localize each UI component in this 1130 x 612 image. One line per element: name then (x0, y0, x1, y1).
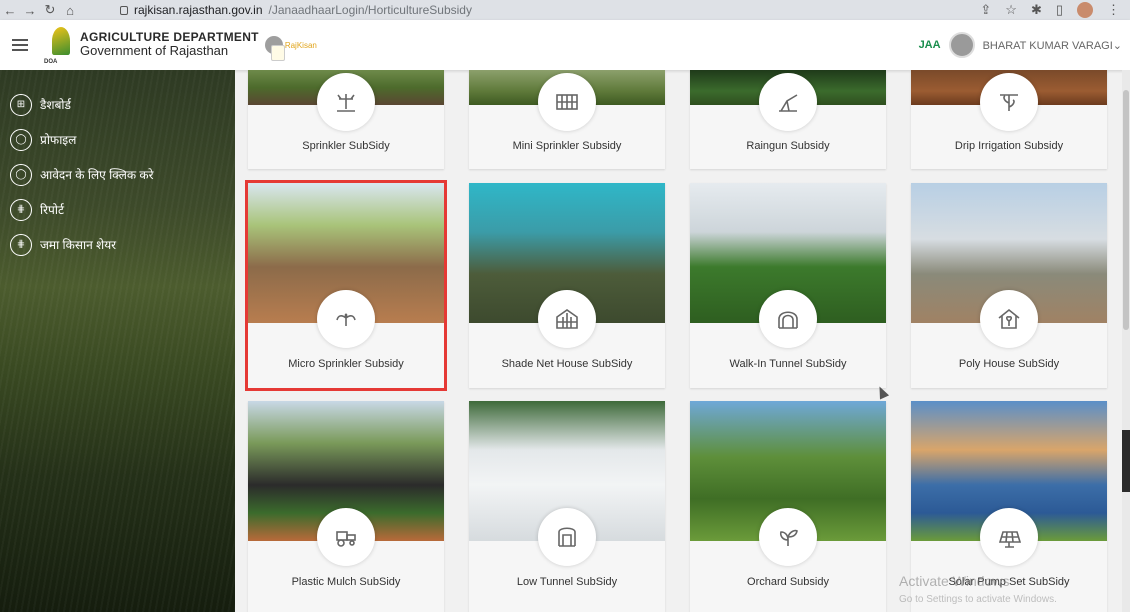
rajkisan-label: RajKisan (284, 40, 317, 50)
address-bar[interactable]: rajkisan.rajasthan.gov.in/JanaadhaarLogi… (120, 3, 472, 17)
subsidy-card-mini-sprinkler[interactable]: Mini Sprinkler Subsidy (469, 70, 665, 169)
card-label: Micro Sprinkler Subsidy (288, 358, 404, 370)
browser-menu-icon[interactable]: ⋮ (1107, 2, 1120, 18)
sidebar: ⊞ डैशबोर्ड ◯ प्रोफाइल ◯ आवेदन के लिए क्ल… (0, 70, 235, 612)
forward-icon[interactable]: → (20, 3, 40, 18)
browser-toolbar: ← → ↻ ⌂ rajkisan.rajasthan.gov.in/Janaad… (0, 0, 1130, 20)
subsidy-card-plastic-mulch[interactable]: Plastic Mulch SubSidy (248, 401, 444, 612)
subsidy-card-poly-house[interactable]: Poly House SubSidy (911, 183, 1107, 388)
side-panel-icon[interactable]: ▯ (1056, 2, 1063, 18)
subsidy-card-low-tunnel[interactable]: Low Tunnel SubSidy (469, 401, 665, 612)
home-icon[interactable]: ⌂ (60, 3, 80, 18)
tunnel-icon (759, 290, 817, 348)
mini-sprinkler-icon (538, 73, 596, 131)
url-host: rajkisan.rajasthan.gov.in (134, 3, 263, 17)
sidebar-item-profile[interactable]: ◯ प्रोफाइल (0, 122, 235, 157)
browser-profile-avatar[interactable] (1077, 2, 1093, 18)
share-page-icon[interactable]: ⇪ (980, 2, 991, 18)
subsidy-card-sprinkler[interactable]: Sprinkler SubSidy (248, 70, 444, 169)
brand-line-2: Government of Rajasthan (80, 43, 229, 59)
user-menu[interactable]: BHARAT KUMAR VARAGI⌄ (983, 39, 1122, 52)
report-icon: ⋕ (10, 198, 32, 221)
lock-icon (120, 5, 128, 15)
card-label: Drip Irrigation Subsidy (954, 140, 1064, 152)
logo-caption: DOA (44, 59, 58, 65)
page-scrollbar[interactable] (1122, 70, 1130, 612)
scrollbar-thumb[interactable] (1123, 90, 1129, 330)
subsidy-grid: Sprinkler SubSidy Mini Sprinkler Subsidy… (235, 70, 1122, 612)
share-icon: ⋕ (10, 233, 32, 256)
sidebar-item-label: प्रोफाइल (40, 133, 77, 147)
subsidy-card-orchard[interactable]: Orchard Subsidy (690, 401, 886, 612)
subsidy-card-raingun[interactable]: Raingun Subsidy (690, 70, 886, 169)
card-label: Plastic Mulch SubSidy (291, 576, 401, 588)
card-label: Walk-In Tunnel SubSidy (729, 358, 847, 370)
subsidy-card-micro-sprinkler[interactable]: Micro Sprinkler Subsidy (245, 180, 447, 391)
sprinkler-icon (317, 73, 375, 131)
app-header: DOA AGRICULTURE DEPARTMENT Government of… (0, 20, 1130, 70)
card-label: Shade Net House SubSidy (501, 358, 633, 370)
plant-icon (759, 508, 817, 566)
jan-aadhaar-logo: JAA (918, 39, 941, 51)
reload-icon[interactable]: ↻ (40, 2, 60, 18)
hamburger-menu-icon[interactable] (12, 36, 28, 54)
apply-icon: ◯ (10, 163, 32, 186)
floating-side-tab[interactable] (1122, 430, 1130, 492)
sidebar-item-label: रिपोर्ट (40, 203, 64, 217)
subsidy-card-walk-in-tunnel[interactable]: Walk-In Tunnel SubSidy (690, 183, 886, 388)
agriculture-department-logo: DOA (44, 25, 74, 65)
subsidy-card-shade-net-house[interactable]: Shade Net House SubSidy (469, 183, 665, 388)
greenhouse-icon (538, 290, 596, 348)
activate-windows-watermark: Activate Windows (899, 573, 1010, 589)
dashboard-icon: ⊞ (10, 93, 32, 116)
sidebar-item-report[interactable]: ⋕ रिपोर्ट (0, 192, 235, 227)
solar-panel-icon (980, 508, 1038, 566)
sidebar-item-apply[interactable]: ◯ आवेदन के लिए क्लिक करे (0, 157, 235, 192)
user-avatar[interactable] (948, 32, 975, 58)
sidebar-item-dashboard[interactable]: ⊞ डैशबोर्ड (0, 87, 235, 122)
user-name: BHARAT KUMAR VARAGI (982, 39, 1113, 52)
bookmark-star-icon[interactable]: ☆ (1005, 2, 1017, 18)
sidebar-item-label: आवेदन के लिए क्लिक करे (40, 168, 154, 182)
poly-house-icon (980, 290, 1038, 348)
card-label: Poly House SubSidy (958, 358, 1060, 370)
brand-title: AGRICULTURE DEPARTMENT Government of Raj… (80, 31, 259, 59)
card-label: Orchard Subsidy (747, 576, 829, 588)
rajkisan-logo: RajKisan (264, 25, 327, 65)
card-label: Sprinkler SubSidy (302, 140, 390, 152)
drip-irrigation-icon (980, 73, 1038, 131)
sidebar-item-label: जमा किसान शेयर (40, 238, 117, 252)
card-label: Raingun Subsidy (746, 140, 830, 152)
card-label: Low Tunnel SubSidy (516, 576, 618, 588)
raingun-icon (759, 73, 817, 131)
sidebar-item-farmer-share[interactable]: ⋕ जमा किसान शेयर (0, 227, 235, 262)
low-tunnel-icon (538, 508, 596, 566)
back-icon[interactable]: ← (0, 3, 20, 18)
subsidy-card-drip-irrigation[interactable]: Drip Irrigation Subsidy (911, 70, 1107, 169)
sidebar-item-label: डैशबोर्ड (40, 98, 71, 112)
chevron-down-icon: ⌄ (1112, 39, 1122, 52)
url-path: /JanaadhaarLogin/HorticultureSubsidy (268, 3, 472, 17)
card-label: Mini Sprinkler Subsidy (512, 140, 622, 152)
activate-windows-subtitle: Go to Settings to activate Windows. (899, 594, 1057, 605)
profile-icon: ◯ (10, 128, 32, 151)
micro-sprinkler-icon (317, 290, 375, 348)
tractor-icon (317, 508, 375, 566)
extensions-icon[interactable]: ✱ (1031, 2, 1042, 18)
